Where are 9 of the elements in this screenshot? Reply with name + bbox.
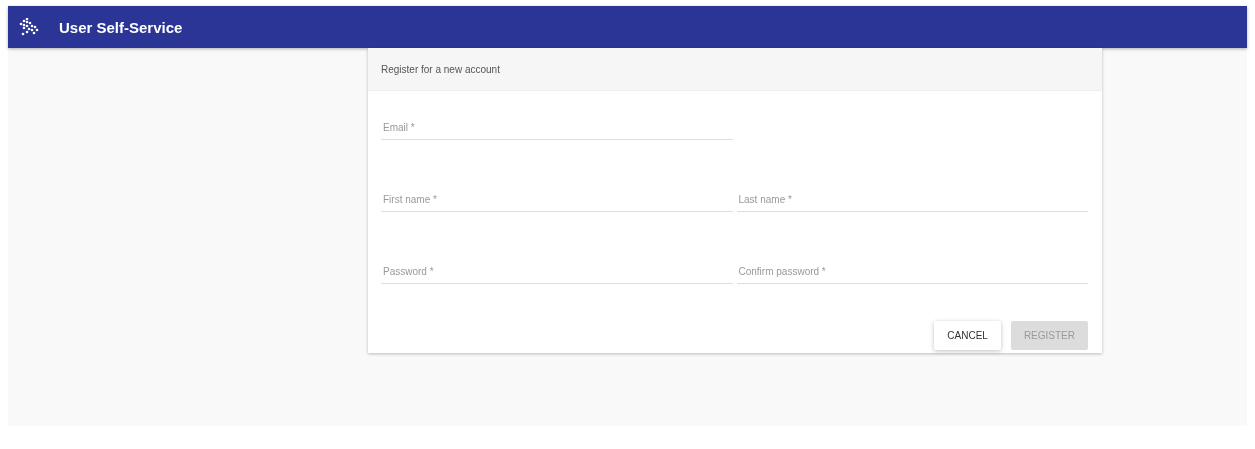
input-field[interactable]: Email * bbox=[381, 113, 733, 140]
input-field[interactable]: First name * bbox=[381, 185, 733, 212]
input-field[interactable]: Password * bbox=[381, 257, 733, 284]
dots-logo-icon bbox=[19, 18, 39, 36]
input-field[interactable]: Confirm password * bbox=[736, 257, 1088, 284]
card-title: Register for a new account bbox=[381, 63, 500, 75]
app-title: User Self-Service bbox=[59, 18, 183, 36]
input-field[interactable]: Last name * bbox=[736, 185, 1088, 212]
cancel-button[interactable]: CANCEL bbox=[934, 321, 1001, 350]
